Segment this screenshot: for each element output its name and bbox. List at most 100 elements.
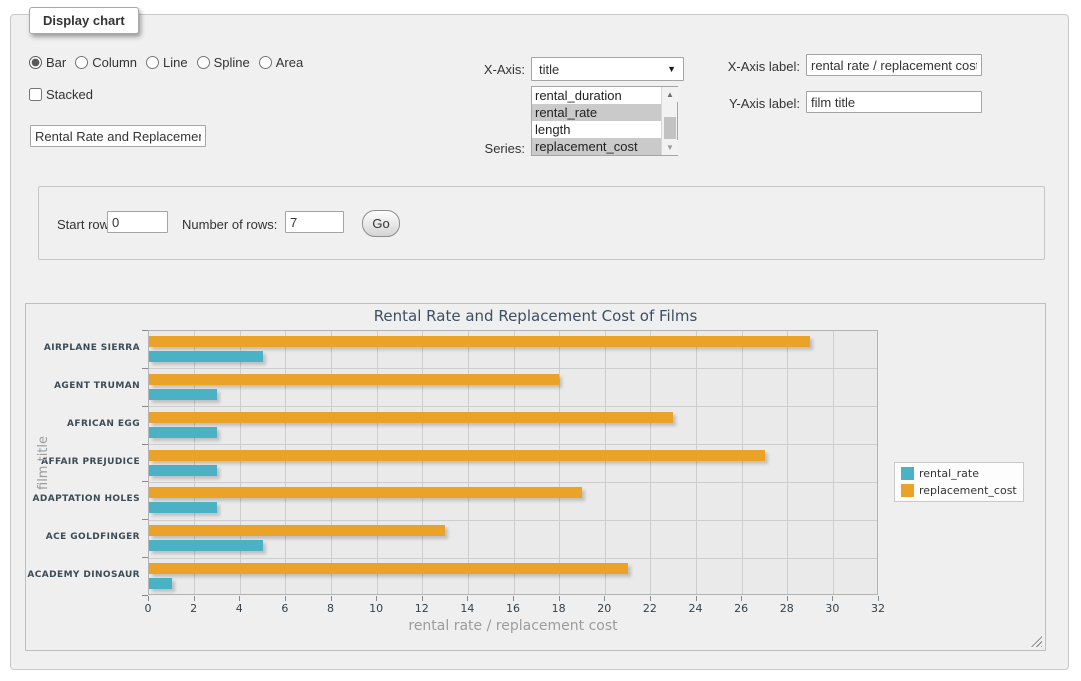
series-listbox[interactable]: rental_durationrental_ratelengthreplacem…: [531, 86, 678, 156]
chart-type-option-spline[interactable]: Spline: [197, 55, 250, 70]
number-of-rows-input[interactable]: [285, 211, 344, 233]
resize-grip[interactable]: [1031, 636, 1042, 647]
x-axis-tick: [878, 596, 879, 601]
y-axis-label-input[interactable]: [806, 91, 982, 113]
chart-type-label: Column: [92, 55, 137, 70]
x-axis-title: rental rate / replacement cost: [148, 618, 878, 634]
chart-type-option-area[interactable]: Area: [259, 55, 303, 70]
x-axis-tick: [194, 596, 195, 601]
chart-title-input[interactable]: [30, 125, 206, 147]
chart-type-radio-group: Bar Column Line Spline Area: [29, 55, 312, 70]
y-axis-tick: [142, 368, 148, 369]
gridline-horizontal: [149, 406, 877, 407]
x-tick-label: 8: [316, 602, 346, 615]
x-tick-label: 18: [544, 602, 574, 615]
legend-label: replacement_cost: [919, 484, 1017, 497]
x-tick-label: 26: [726, 602, 756, 615]
gridline-vertical: [422, 331, 423, 594]
x-axis-tick: [741, 596, 742, 601]
stacked-label: Stacked: [46, 87, 93, 102]
chart-type-option-bar[interactable]: Bar: [29, 55, 66, 70]
category-label: AIRPLANE SIERRA: [26, 343, 140, 354]
gridline-horizontal: [149, 368, 877, 369]
gridline-vertical: [605, 331, 606, 594]
x-axis-tick: [239, 596, 240, 601]
rental_rate-bar: [149, 465, 217, 476]
chart-title: Rental Rate and Replacement Cost of Film…: [26, 307, 1045, 325]
y-axis-label-field-label: Y-Axis label:: [700, 96, 800, 111]
x-axis-label-field-label: X-Axis label:: [700, 59, 800, 74]
y-axis-tick: [142, 444, 148, 445]
chart-type-label: Line: [163, 55, 188, 70]
gridline-vertical: [331, 331, 332, 594]
scroll-down-icon[interactable]: ▼: [662, 140, 678, 155]
rental_rate-bar: [149, 540, 263, 551]
chart-type-radio-bar[interactable]: [29, 56, 42, 69]
series-option-rental_rate[interactable]: rental_rate: [532, 104, 661, 121]
stacked-checkbox[interactable]: [29, 88, 42, 101]
chart-type-option-line[interactable]: Line: [146, 55, 188, 70]
x-axis-tick: [513, 596, 514, 601]
gridline-vertical: [833, 331, 834, 594]
start-row-input[interactable]: [107, 211, 168, 233]
scroll-up-icon[interactable]: ▲: [662, 87, 678, 102]
chart-type-radio-spline[interactable]: [197, 56, 210, 69]
series-option-replacement_cost[interactable]: replacement_cost: [532, 138, 661, 155]
x-axis-label-input[interactable]: [806, 54, 982, 76]
x-axis-tick: [787, 596, 788, 601]
x-axis-tick: [696, 596, 697, 601]
x-tick-label: 16: [498, 602, 528, 615]
x-axis-tick: [422, 596, 423, 601]
replacement_cost-bar: [149, 374, 559, 385]
replacement_cost-bar: [149, 525, 445, 536]
chart-type-label: Area: [276, 55, 303, 70]
chart-type-label: Spline: [214, 55, 250, 70]
x-tick-label: 22: [635, 602, 665, 615]
gridline-vertical: [559, 331, 560, 594]
y-axis-title: film title: [36, 407, 51, 519]
gridline-vertical: [514, 331, 515, 594]
x-tick-label: 2: [179, 602, 209, 615]
replacement_cost-bar: [149, 563, 628, 574]
stacked-option[interactable]: Stacked: [29, 87, 93, 102]
series-option-length[interactable]: length: [532, 121, 661, 138]
x-axis-tick: [832, 596, 833, 601]
series-scrollbar[interactable]: ▲ ▼: [661, 87, 677, 155]
category-label: ACADEMY DINOSAUR: [26, 570, 140, 581]
gridline-vertical: [696, 331, 697, 594]
replacement_cost-bar: [149, 336, 810, 347]
legend-label: rental_rate: [919, 467, 979, 480]
x-tick-label: 24: [681, 602, 711, 615]
chart-type-radio-line[interactable]: [146, 56, 159, 69]
x-tick-label: 20: [589, 602, 619, 615]
x-axis-tick: [331, 596, 332, 601]
gridline-vertical: [194, 331, 195, 594]
category-label: AGENT TRUMAN: [26, 381, 140, 392]
x-tick-label: 30: [817, 602, 847, 615]
chart-type-option-column[interactable]: Column: [75, 55, 137, 70]
series-option-rental_duration[interactable]: rental_duration: [532, 87, 661, 104]
rental_rate-bar: [149, 427, 217, 438]
x-tick-label: 14: [452, 602, 482, 615]
chart-type-label: Bar: [46, 55, 66, 70]
replacement_cost-bar: [149, 412, 673, 423]
fieldset-legend: Display chart: [29, 7, 139, 34]
x-axis-selected-value: title: [539, 62, 559, 77]
x-axis-tick: [559, 596, 560, 601]
replacement_cost-bar: [149, 487, 582, 498]
gridline-horizontal: [149, 520, 877, 521]
gridline-vertical: [787, 331, 788, 594]
go-button[interactable]: Go: [362, 210, 400, 237]
y-axis-tick: [142, 330, 148, 331]
legend-item: rental_rate: [901, 467, 1017, 480]
chart-type-radio-area[interactable]: [259, 56, 272, 69]
x-tick-label: 12: [407, 602, 437, 615]
x-axis-tick: [604, 596, 605, 601]
y-axis-tick: [142, 557, 148, 558]
scrollbar-thumb[interactable]: [664, 117, 676, 139]
chart-type-radio-column[interactable]: [75, 56, 88, 69]
x-axis-tick: [148, 596, 149, 601]
number-of-rows-label: Number of rows:: [182, 217, 277, 232]
gridline-vertical: [742, 331, 743, 594]
x-axis-select[interactable]: title ▼: [531, 57, 684, 81]
